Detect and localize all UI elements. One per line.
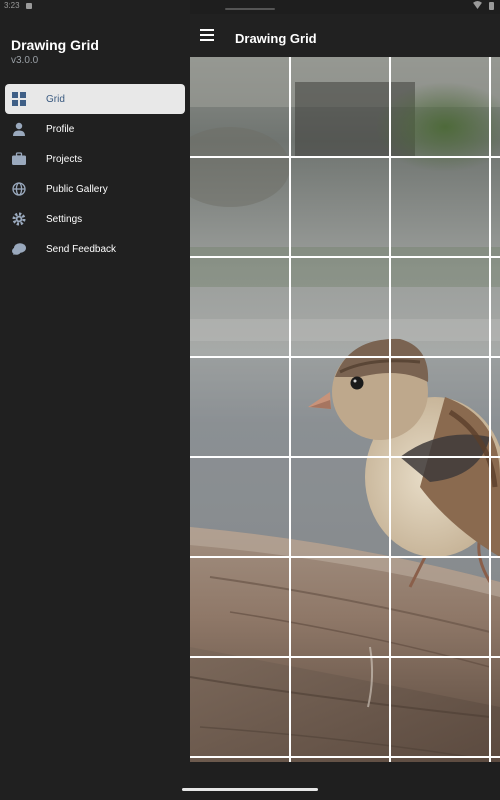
grid-icon xyxy=(11,91,27,107)
app-version: v3.0.0 xyxy=(11,55,39,66)
wifi-icon xyxy=(473,1,482,11)
app-bar-title: Drawing Grid xyxy=(235,31,317,46)
status-time: 3:23 xyxy=(4,1,20,10)
drawer-item-profile[interactable]: Profile xyxy=(5,114,185,144)
drawer-item-settings[interactable]: Settings xyxy=(5,204,185,234)
drawer-item-grid[interactable]: Grid xyxy=(5,84,185,114)
menu-icon[interactable] xyxy=(200,29,214,41)
gear-icon xyxy=(11,211,27,227)
drawer-nav: Grid Profile Projects Public Gallery Set… xyxy=(5,84,185,264)
camera-notch xyxy=(225,8,275,10)
drawer-item-label: Grid xyxy=(46,93,65,105)
drawer-item-label: Send Feedback xyxy=(46,243,117,255)
grid-canvas[interactable] xyxy=(190,57,500,762)
grid-overlay xyxy=(190,57,500,762)
notification-icon xyxy=(26,3,32,9)
briefcase-icon xyxy=(11,151,27,167)
drawer-item-label: Public Gallery xyxy=(46,183,108,195)
person-icon xyxy=(11,121,27,137)
drawer-item-label: Settings xyxy=(46,213,83,225)
drawer-item-label: Projects xyxy=(46,153,83,165)
navigation-drawer: Drawing Grid v3.0.0 Grid Profile Project… xyxy=(0,0,190,800)
home-indicator[interactable] xyxy=(182,788,318,791)
drawer-title: Drawing Grid xyxy=(11,37,99,53)
drawer-item-send-feedback[interactable]: Send Feedback xyxy=(5,234,185,264)
feedback-icon xyxy=(11,241,27,257)
app-bar: Drawing Grid xyxy=(190,14,500,57)
drawer-item-public-gallery[interactable]: Public Gallery xyxy=(5,174,185,204)
globe-icon xyxy=(11,181,27,197)
bottom-bar xyxy=(190,762,500,800)
battery-icon xyxy=(489,2,494,12)
drawer-item-projects[interactable]: Projects xyxy=(5,144,185,174)
drawer-item-label: Profile xyxy=(46,123,75,135)
status-bar: 3:23 xyxy=(0,0,500,14)
